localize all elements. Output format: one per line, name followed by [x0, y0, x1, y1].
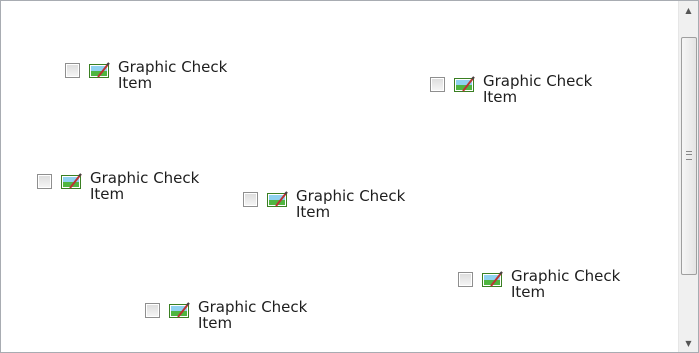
- checkbox[interactable]: [430, 77, 445, 92]
- picture-edit-icon: [267, 191, 288, 207]
- picture-edit-icon: [482, 271, 503, 287]
- arrow-up-icon: ▲: [685, 5, 692, 15]
- arrow-down-icon: ▼: [685, 338, 692, 348]
- picture-edit-icon: [89, 62, 110, 78]
- item-label: Graphic Check Item: [118, 58, 228, 92]
- check-item-2[interactable]: Graphic Check Item: [430, 73, 623, 105]
- check-item-4[interactable]: Graphic Check Item: [243, 188, 436, 220]
- checkbox[interactable]: [37, 174, 52, 189]
- check-list-panel: Graphic Check Item Graphic Check Item Gr…: [0, 0, 699, 353]
- checkbox[interactable]: [243, 192, 258, 207]
- scroll-up-button[interactable]: ▲: [679, 1, 698, 19]
- picture-edit-icon: [169, 302, 190, 318]
- vertical-scrollbar[interactable]: ▲ ▼: [678, 1, 698, 352]
- check-item-3[interactable]: Graphic Check Item: [37, 170, 230, 202]
- item-label: Graphic Check Item: [198, 298, 308, 332]
- scrollbar-thumb[interactable]: [681, 37, 697, 275]
- check-item-6[interactable]: Graphic Check Item: [145, 299, 338, 331]
- checkbox[interactable]: [458, 272, 473, 287]
- picture-edit-icon: [61, 173, 82, 189]
- check-item-5[interactable]: Graphic Check Item: [458, 268, 651, 300]
- check-item-1[interactable]: Graphic Check Item: [65, 59, 258, 91]
- checkbox[interactable]: [65, 63, 80, 78]
- checkbox[interactable]: [145, 303, 160, 318]
- picture-edit-icon: [454, 76, 475, 92]
- item-label: Graphic Check Item: [511, 267, 621, 301]
- item-label: Graphic Check Item: [296, 187, 406, 221]
- scroll-down-button[interactable]: ▼: [679, 334, 698, 352]
- item-label: Graphic Check Item: [90, 169, 200, 203]
- item-label: Graphic Check Item: [483, 72, 593, 106]
- grip-icon: [686, 151, 692, 160]
